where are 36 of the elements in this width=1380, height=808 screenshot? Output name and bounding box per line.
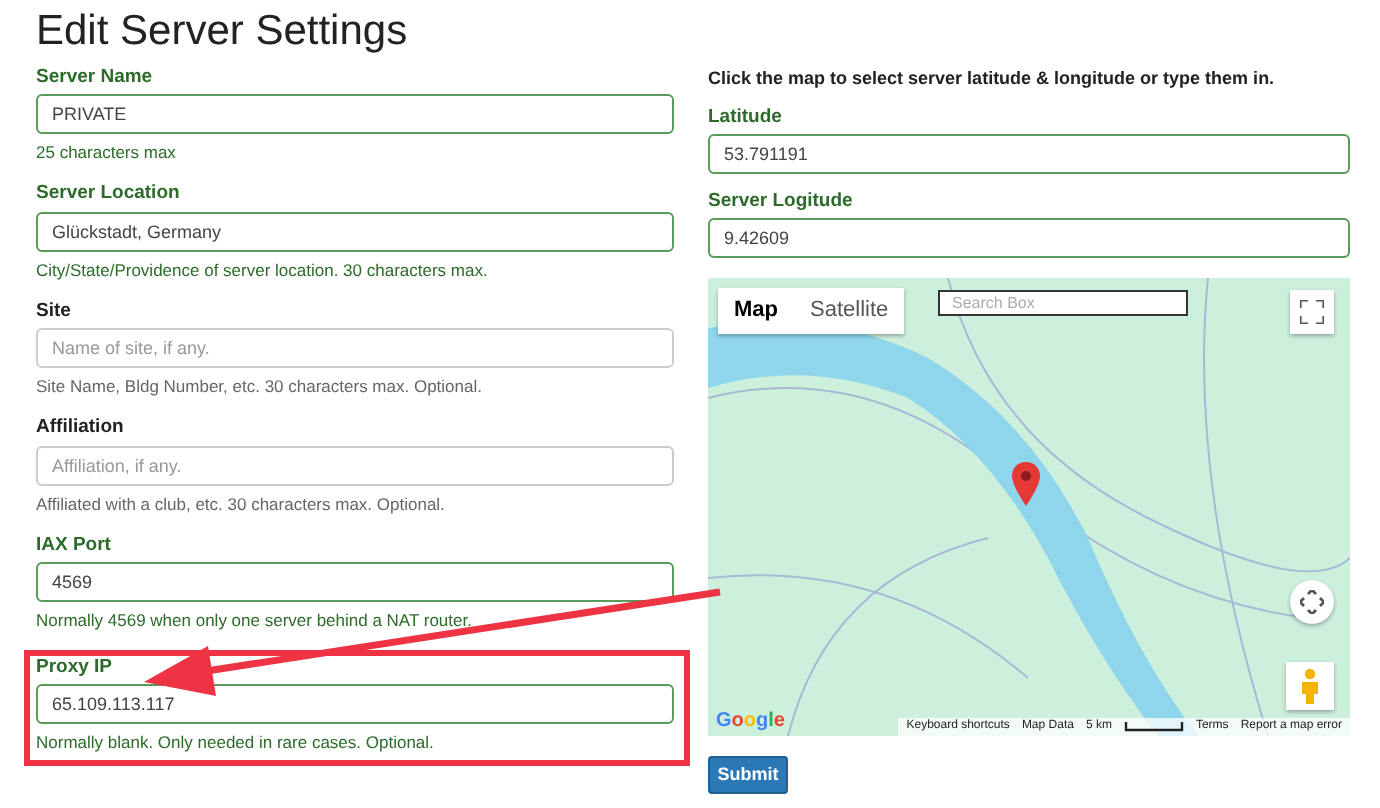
- move-icon: [1300, 590, 1324, 615]
- pan-control-button[interactable]: [1290, 580, 1334, 625]
- help-text: Site Name, Bldg Number, etc. 30 characters max. Optional.: [36, 376, 482, 397]
- help-text: Normally 4569 when only one server behind a NAT router.: [36, 610, 472, 631]
- field-label: Site: [36, 299, 71, 323]
- help-text: City/State/Providence of server location. 30 characters max.: [36, 259, 488, 281]
- field-label: IAX Port: [36, 533, 111, 557]
- input-field[interactable]: Name of site, if any.: [36, 328, 674, 369]
- field-label: Affiliation: [36, 416, 124, 440]
- input-field[interactable]: Glückstadt, Germany: [36, 211, 674, 252]
- fullscreen-icon: [1300, 300, 1324, 325]
- input-field[interactable]: 9.42609: [708, 218, 1350, 259]
- map-type-tab[interactable]: Satellite: [794, 288, 905, 334]
- submit-button[interactable]: Submit: [708, 756, 788, 795]
- input-field[interactable]: PRIVATE: [36, 94, 674, 135]
- search-field[interactable]: Search Box: [938, 290, 1188, 317]
- help-text: Normally blank. Only needed in rare cases. Optional.: [36, 732, 434, 754]
- field-label: Proxy IP: [36, 656, 113, 679]
- input-field[interactable]: 4569: [36, 562, 674, 603]
- field-label: Server Name: [36, 66, 153, 89]
- page-title: Edit Server Settings: [36, 8, 410, 55]
- input-field[interactable]: 65.109.113.117: [36, 684, 674, 725]
- input-field[interactable]: Affiliation, if any.: [36, 445, 674, 486]
- field-label: Server Logitude: [708, 189, 853, 213]
- input-field[interactable]: 53.791191: [708, 133, 1350, 174]
- fullscreen-button[interactable]: [1290, 290, 1334, 335]
- instruction-text: Click the map to select server latitude & longitude or type them in.: [708, 66, 1277, 92]
- help-text: 25 characters max: [36, 142, 176, 164]
- map-marker-icon[interactable]: [1012, 462, 1040, 507]
- scale-bar-icon: [1123, 722, 1184, 733]
- map-logo: Google: [716, 712, 785, 733]
- help-text: Affiliated with a club, etc. 30 characters max. Optional.: [36, 493, 445, 514]
- field-label: Latitude: [708, 105, 782, 128]
- map-type-tab[interactable]: Map: [718, 288, 794, 334]
- field-label: Server Location: [36, 182, 180, 206]
- person-icon: [1300, 668, 1320, 705]
